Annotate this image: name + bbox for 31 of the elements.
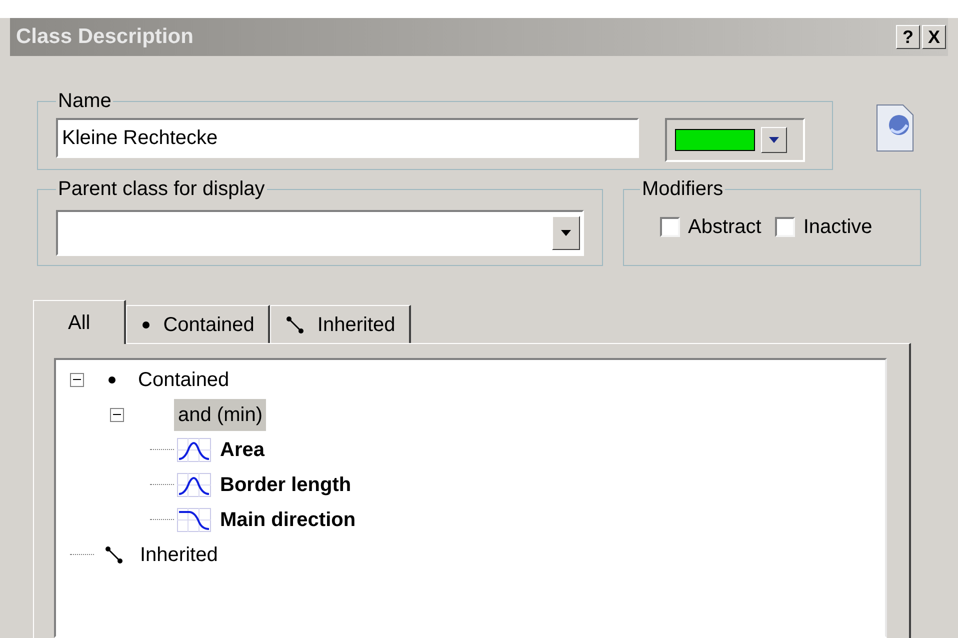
window-title: Class Description <box>16 24 194 50</box>
checkbox[interactable] <box>775 217 796 237</box>
tree-item[interactable]: Main direction <box>216 504 360 536</box>
falling-curve-icon <box>177 508 211 532</box>
bell-curve-icon <box>177 472 211 496</box>
connector-icon <box>104 544 124 564</box>
group-label: Parent class for display <box>57 177 266 202</box>
tree-item[interactable]: Border length <box>216 468 356 500</box>
group-label: Modifiers <box>641 177 724 202</box>
tab[interactable]: All <box>33 300 126 344</box>
tree-item[interactable]: Area <box>216 434 268 466</box>
color-picker[interactable] <box>665 118 805 162</box>
group-label: Name <box>57 89 112 114</box>
tree-item[interactable]: Contained <box>134 364 234 396</box>
checkbox-label: Abstract <box>688 215 762 240</box>
help-button[interactable]: ? <box>896 25 920 49</box>
collapse-toggle[interactable] <box>70 372 84 386</box>
name-field[interactable]: Kleine Rechtecke <box>56 118 639 158</box>
close-button[interactable]: X <box>922 25 946 49</box>
tree-item[interactable]: and (min) <box>174 398 266 430</box>
collapse-toggle[interactable] <box>110 408 124 422</box>
checkbox[interactable] <box>660 217 680 237</box>
tree-item[interactable]: Inherited <box>136 538 222 570</box>
tab[interactable]: Inherited <box>270 305 412 343</box>
tab[interactable]: Contained <box>126 305 270 343</box>
checkbox-label: Inactive <box>803 215 872 240</box>
dot-icon <box>107 374 117 384</box>
parent-class-dropdown[interactable] <box>56 210 584 256</box>
connector-icon <box>285 314 306 334</box>
dot-icon <box>141 320 152 330</box>
bell-curve-icon <box>177 438 211 462</box>
